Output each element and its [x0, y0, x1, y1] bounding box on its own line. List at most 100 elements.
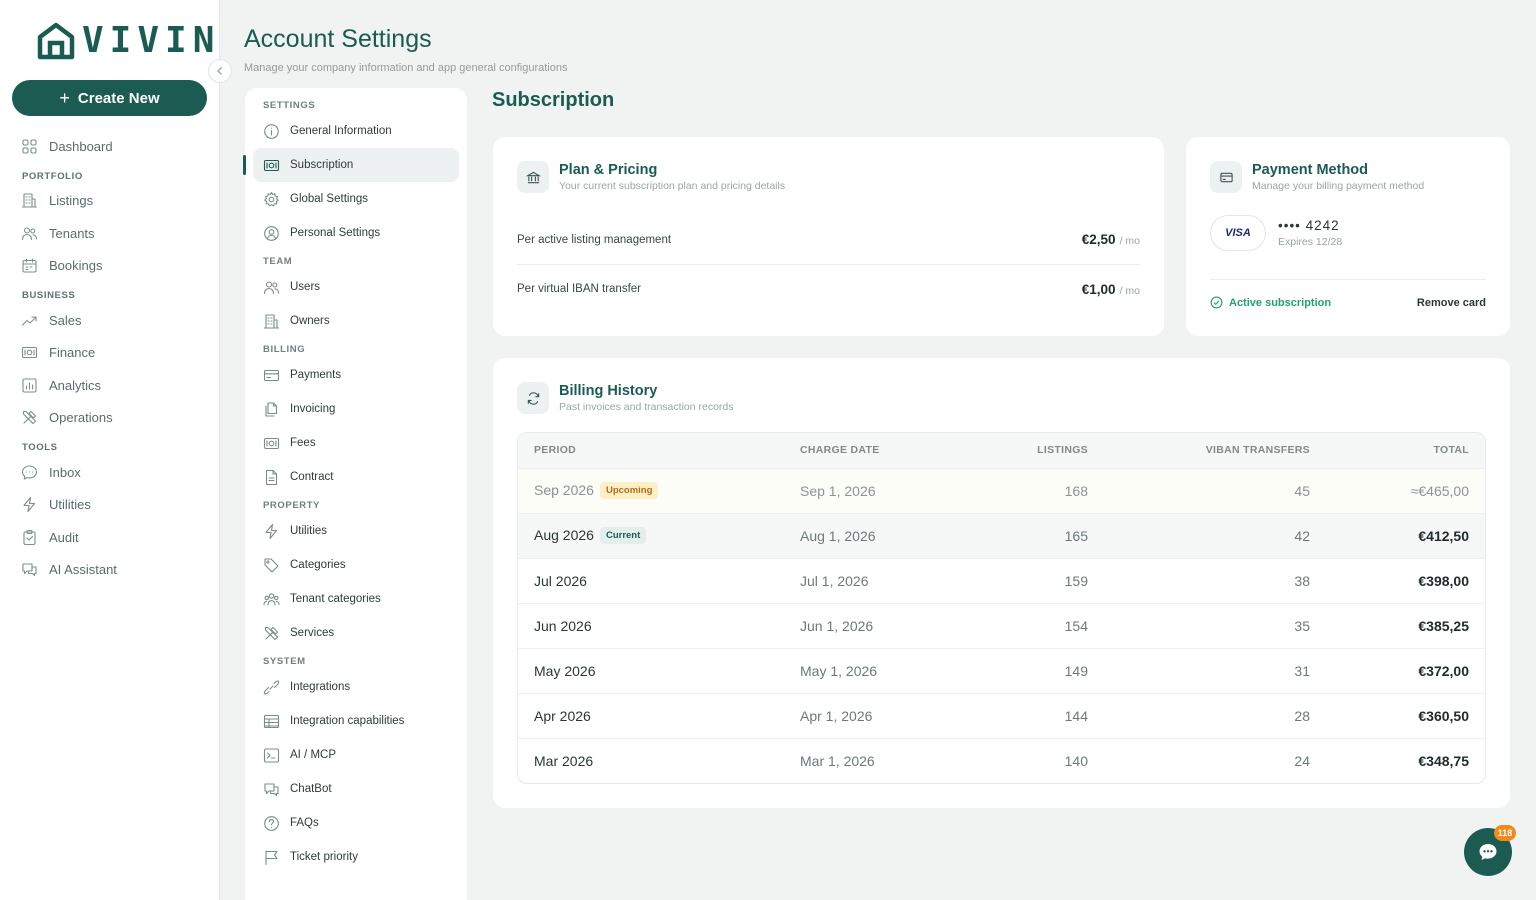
settings-section-settings: SETTINGS [263, 100, 316, 111]
cell-period: Jun 2026 [518, 602, 784, 648]
cell-total: €348,75 [1326, 737, 1485, 783]
col-total[interactable]: TOTAL [1326, 433, 1485, 468]
settings-item-label: Ticket priority [290, 851, 358, 863]
settings-item-label: ChatBot [290, 783, 332, 795]
remove-card-button[interactable]: Remove card [1417, 297, 1486, 309]
plan-title: Plan & Pricing [559, 162, 658, 178]
sidebar-item-analytics[interactable]: Analytics [0, 369, 219, 402]
settings-item-owners[interactable]: Owners [253, 304, 459, 338]
card-expiry: Expires 12/28 [1278, 236, 1343, 248]
sidebar-item-audit[interactable]: Audit [0, 521, 219, 554]
table-row[interactable]: Jun 2026 Jun 1, 2026 154 35 €385,25 [518, 602, 1485, 648]
cell-charge-date: Sep 1, 2026 [784, 467, 984, 513]
sidebar-item-sales[interactable]: Sales [0, 304, 219, 337]
sidebar-item-label: AI Assistant [49, 562, 117, 578]
settings-item-services[interactable]: Services [253, 616, 459, 650]
settings-item-invoicing[interactable]: Invoicing [253, 392, 459, 426]
sidebar-item-label: Analytics [49, 377, 102, 393]
table-row[interactable]: Jul 2026 Jul 1, 2026 159 38 €398,00 [518, 557, 1485, 603]
table-row[interactable]: May 2026 May 1, 2026 149 31 €372,00 [518, 647, 1485, 693]
sidebar-item-operations[interactable]: Operations [0, 402, 219, 435]
table-icon [263, 713, 280, 730]
settings-item-subscription[interactable]: Subscription [243, 148, 459, 182]
table-row[interactable]: Aug 2026 Current Aug 1, 2026 165 42 €412,50 [518, 512, 1485, 558]
col-viban-transfers[interactable]: VIBAN TRANSFERS [1104, 433, 1326, 468]
settings-item-tenant-categories[interactable]: Tenant categories [253, 582, 459, 616]
nav-section-business: BUSINESS [22, 290, 76, 301]
credit-card-icon [1210, 161, 1242, 193]
price-label: Per active listing management [517, 233, 672, 246]
settings-item-ai-mcp[interactable]: AI / MCP [253, 738, 459, 772]
users-icon [263, 279, 280, 296]
settings-item-label: Services [290, 627, 335, 639]
period-text: Aug 2026 [534, 527, 594, 543]
status-badge: Upcoming [599, 482, 659, 499]
cell-viban-transfers: 45 [1104, 467, 1326, 513]
sidebar-item-listings[interactable]: Listings [0, 185, 219, 218]
cell-total: €360,50 [1326, 692, 1485, 738]
table-row[interactable]: Apr 2026 Apr 1, 2026 144 28 €360,50 [518, 692, 1485, 738]
trend-up-icon [21, 312, 38, 329]
settings-item-chatbot[interactable]: ChatBot [253, 772, 459, 806]
banknote-icon [21, 344, 38, 361]
tools-icon [263, 625, 280, 642]
settings-item-utilities[interactable]: Utilities [253, 514, 459, 548]
sidebar-item-ai-assistant[interactable]: AI Assistant [0, 554, 219, 587]
chat-notification-badge: 118 [1494, 825, 1516, 841]
sidebar-item-dashboard[interactable]: Dashboard [0, 130, 219, 163]
calendar-icon [21, 257, 38, 274]
settings-item-general-information[interactable]: General Information [253, 114, 459, 148]
price-label: Per virtual IBAN transfer [517, 283, 641, 295]
sidebar-item-label: Bookings [49, 258, 103, 274]
info-icon [263, 123, 280, 140]
settings-item-users[interactable]: Users [253, 270, 459, 304]
settings-item-contract[interactable]: Contract [253, 460, 459, 494]
col-period[interactable]: PERIOD [518, 433, 784, 468]
price-list: Per active listing management €2,50/ mo Pe… [517, 215, 1140, 313]
settings-item-fees[interactable]: Fees [253, 426, 459, 460]
settings-item-global-settings[interactable]: Global Settings [253, 182, 459, 216]
settings-item-ticket-priority[interactable]: Ticket priority [253, 840, 459, 874]
col-charge-date[interactable]: CHARGE DATE [784, 433, 984, 468]
cell-total: €412,50 [1326, 512, 1485, 558]
sidebar-item-label: Finance [49, 345, 96, 361]
settings-item-personal-settings[interactable]: Personal Settings [253, 216, 459, 250]
cell-listings: 154 [984, 602, 1104, 648]
gear-icon [263, 191, 280, 208]
table-row[interactable]: Mar 2026 Mar 1, 2026 140 24 €348,75 [518, 737, 1485, 783]
cell-period: Jul 2026 [518, 557, 784, 603]
plan-pricing-card: Plan & Pricing Your current subscription… [493, 137, 1164, 336]
settings-item-categories[interactable]: Categories [253, 548, 459, 582]
settings-section-team: TEAM [263, 256, 293, 267]
col-listings[interactable]: LISTINGS [984, 433, 1104, 468]
brand-logo[interactable]: VIVIN [36, 20, 220, 61]
sidebar-item-bookings[interactable]: Bookings [0, 250, 219, 283]
settings-section-billing: BILLING [263, 344, 306, 355]
sidebar-item-label: Sales [49, 312, 82, 328]
sidebar-item-inbox[interactable]: Inbox [0, 456, 219, 489]
settings-item-payments[interactable]: Payments [253, 358, 459, 392]
cell-charge-date: Mar 1, 2026 [784, 737, 984, 783]
file-icon [263, 469, 280, 486]
cell-charge-date: Aug 1, 2026 [784, 512, 984, 558]
sidebar-item-tenants[interactable]: Tenants [0, 217, 219, 250]
cell-viban-transfers: 35 [1104, 602, 1326, 648]
create-new-button[interactable]: + Create New [12, 80, 207, 116]
settings-item-label: Integration capabilities [290, 715, 405, 727]
settings-item-integrations[interactable]: Integrations [253, 670, 459, 704]
sidebar-item-finance[interactable]: Finance [0, 337, 219, 370]
sidebar-item-label: Operations [49, 410, 113, 426]
sidebar-item-label: Tenants [49, 225, 95, 241]
settings-item-faqs[interactable]: FAQs [253, 806, 459, 840]
user-circle-icon [263, 225, 280, 242]
status-badge: Current [599, 527, 647, 544]
sidebar-item-utilities[interactable]: Utilities [0, 489, 219, 522]
plan-subtitle: Your current subscription plan and prici… [559, 180, 786, 192]
sidebar-item-label: Listings [49, 193, 94, 209]
page-subtitle: Manage your company information and app … [244, 62, 568, 74]
table-row[interactable]: Sep 2026 Upcoming Sep 1, 2026 168 45 ≈€465,00 [518, 467, 1485, 513]
house-logo-icon [36, 21, 76, 61]
settings-item-integration-capabilities[interactable]: Integration capabilities [253, 704, 459, 738]
banknote-icon [263, 435, 280, 452]
collapse-sidebar-button[interactable] [208, 59, 232, 83]
